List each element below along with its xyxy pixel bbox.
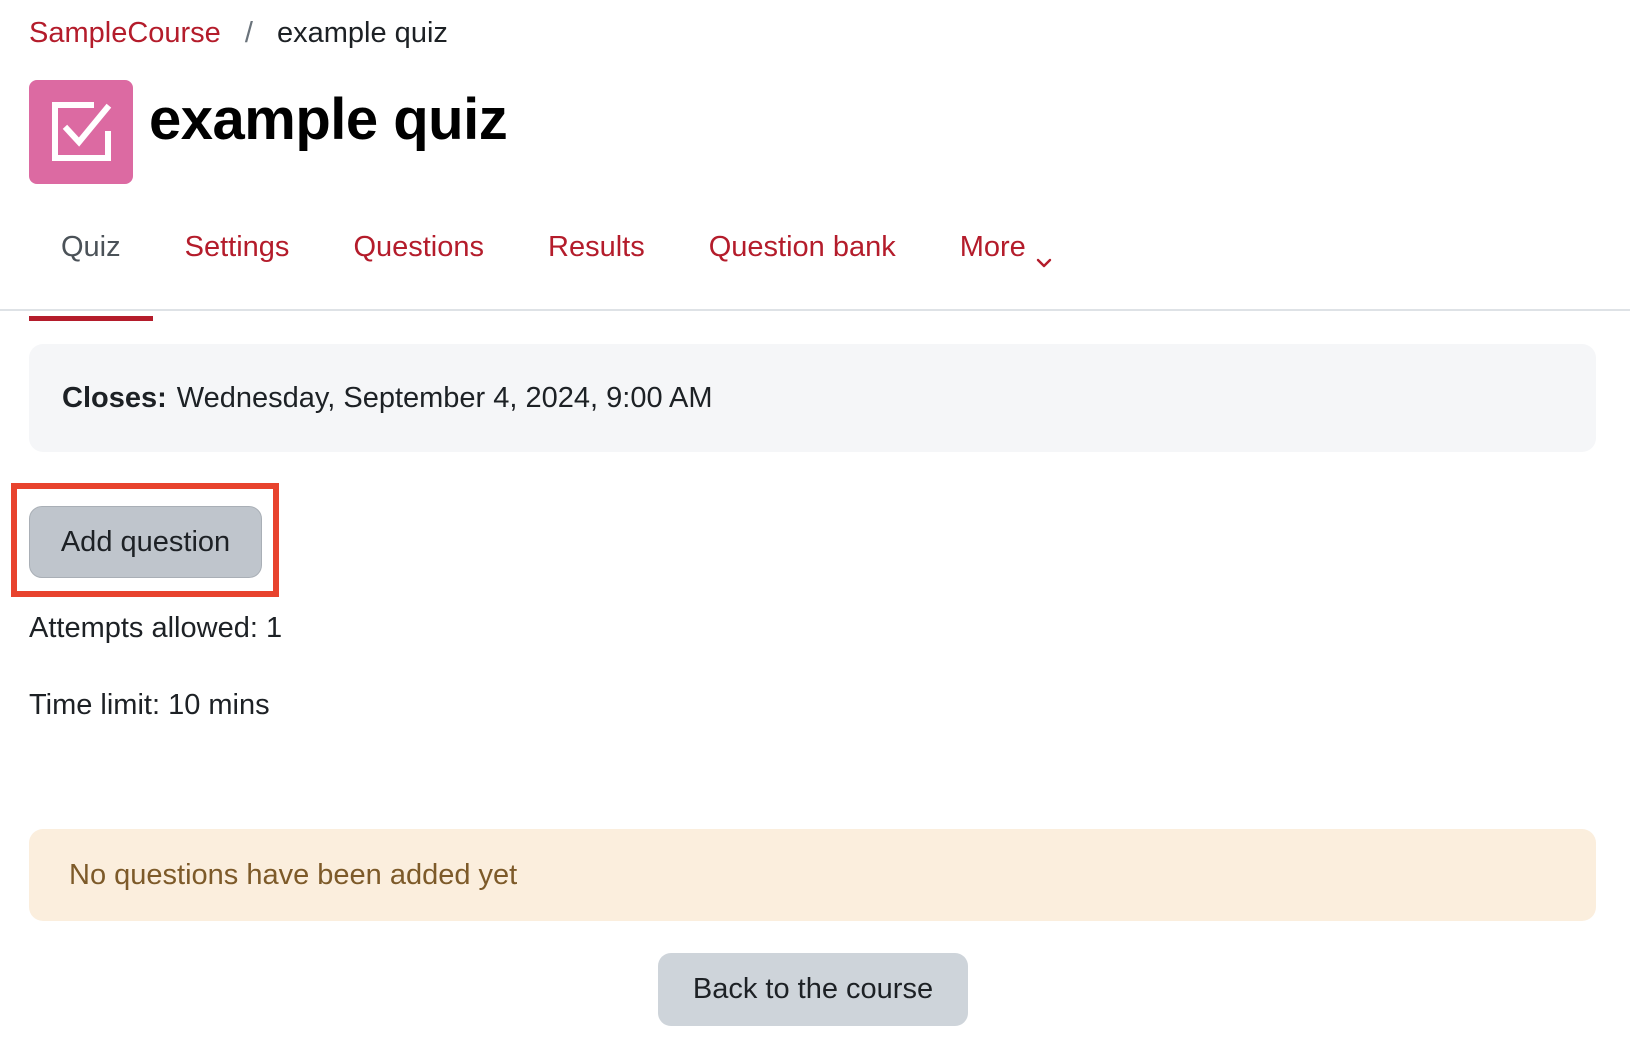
tab-label: Quiz (61, 231, 121, 263)
back-to-course-button[interactable]: Back to the course (658, 953, 968, 1026)
tab-label: More (959, 231, 1026, 263)
tab-settings[interactable]: Settings (153, 210, 322, 312)
notice-text: No questions have been added yet (69, 858, 518, 891)
tab-more[interactable]: More (928, 210, 1084, 312)
secondary-navigation: Quiz Settings Questions Results Question… (29, 210, 1084, 321)
tab-label: Question bank (708, 231, 896, 263)
activity-dates: Closes: Wednesday, September 4, 2024, 9:… (29, 344, 1596, 452)
tab-label: Results (548, 231, 645, 263)
closes-value: Wednesday, September 4, 2024, 9:00 AM (176, 381, 713, 414)
chevron-down-icon (1036, 243, 1052, 276)
tabs-divider (0, 309, 1630, 311)
add-question-button[interactable]: Add question (29, 506, 262, 578)
time-limit: Time limit: 10 mins (29, 689, 270, 721)
breadcrumb: SampleCourse / example quiz (29, 14, 448, 52)
tab-questions[interactable]: Questions (321, 210, 516, 312)
breadcrumb-separator: / (244, 17, 253, 49)
tab-label: Questions (353, 231, 485, 263)
tab-label: Settings (184, 231, 290, 263)
page: SampleCourse / example quiz example quiz… (0, 0, 1630, 1062)
closes-label: Closes: (62, 381, 167, 414)
quiz-checkbox-icon (29, 80, 133, 184)
no-questions-notice: No questions have been added yet (29, 829, 1596, 921)
tab-quiz[interactable]: Quiz (29, 210, 153, 321)
attempts-allowed: Attempts allowed: 1 (29, 612, 283, 644)
page-title: example quiz (149, 87, 508, 152)
breadcrumb-course-link[interactable]: SampleCourse (29, 17, 221, 49)
tab-results[interactable]: Results (516, 210, 677, 312)
tab-question-bank[interactable]: Question bank (677, 210, 928, 312)
breadcrumb-current: example quiz (277, 17, 448, 49)
